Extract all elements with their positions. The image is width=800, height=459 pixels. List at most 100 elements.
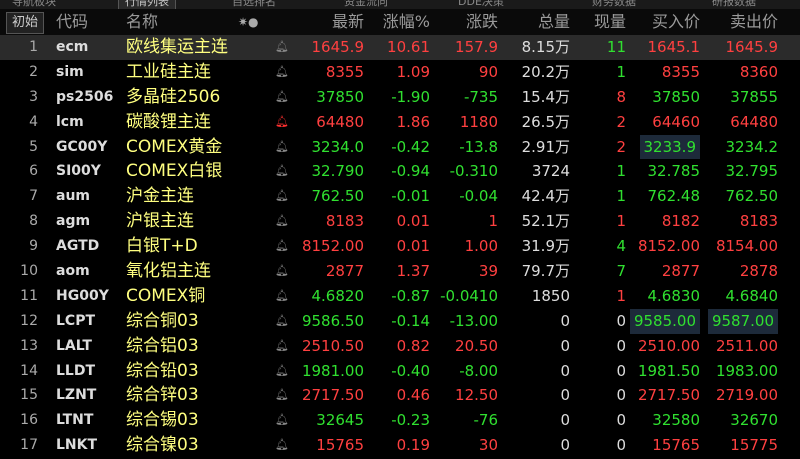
header-pct[interactable]: 涨幅% — [383, 9, 430, 35]
row-chg: -13.00 — [449, 311, 498, 330]
table-row[interactable]: 9 AGTD 白银T+D 8152.00 0.01 1.00 31.9万 4 8152.00 81… — [0, 234, 800, 259]
bell-icon[interactable]: 🔔︎ — [272, 433, 292, 458]
table-row[interactable]: 17 LNKT 综合镍03 15765 0.19 30 0 0 15765 15775 🔔︎ — [0, 433, 800, 458]
bell-icon[interactable]: 🔔︎ — [272, 209, 292, 234]
row-bid: 37850 — [652, 87, 700, 106]
row-chg: -8.00 — [459, 361, 498, 380]
row-code: SI00Y — [56, 163, 101, 180]
header-name[interactable]: 名称 — [126, 9, 158, 35]
row-index: 10 — [20, 263, 38, 280]
row-name: 综合铅03 — [126, 360, 199, 381]
table-row[interactable]: 7 aum 沪金主连 762.50 -0.01 -0.04 42.4万 1 762.48 762.… — [0, 184, 800, 209]
header-vol[interactable]: 总量 — [538, 9, 570, 35]
table-row[interactable]: 3 ps2506 多晶硅2506 37850 -1.90 -735 15.4万 8 37850 3… — [0, 85, 800, 110]
table-row[interactable]: 2 sim 工业硅主连 8355 1.09 90 20.2万 1 8355 8360 🔔︎ — [0, 60, 800, 85]
header-chg[interactable]: 涨跌 — [466, 9, 498, 35]
row-name: 碳酸锂主连 — [126, 111, 211, 132]
header-bid[interactable]: 买入价 — [652, 9, 700, 35]
bell-icon[interactable]: 🔔︎ — [272, 234, 292, 259]
row-vol: 26.5万 — [521, 112, 570, 131]
row-chg: -76 — [473, 411, 499, 430]
tab-2[interactable]: 自选排名 — [232, 0, 276, 9]
tab-3[interactable]: 资金流向 — [344, 0, 388, 9]
tab-4[interactable]: DDE决策 — [458, 0, 504, 9]
row-index: 5 — [29, 138, 38, 155]
table-row[interactable]: 8 agm 沪银主连 8183 0.01 1 52.1万 1 8182 8183 🔔︎ — [0, 209, 800, 234]
tab-1[interactable]: 行情列表 — [118, 0, 176, 9]
row-cur: 0 — [616, 411, 626, 430]
header-ask[interactable]: 卖出价 — [730, 9, 778, 35]
bell-icon[interactable]: 🔔︎ — [272, 334, 292, 359]
table-row[interactable]: 12 LCPT 综合铜03 9586.50 -0.14 -13.00 0 0 9585.00 95… — [0, 308, 800, 334]
table-row[interactable]: 6 SI00Y COMEX白银 32.790 -0.94 -0.310 3724 1 32.78… — [0, 159, 800, 184]
row-ask: 8360 — [739, 62, 778, 81]
row-name: 沪金主连 — [126, 186, 194, 207]
header-code[interactable]: 代码 — [56, 9, 88, 35]
row-name: 白银T+D — [126, 236, 198, 257]
row-index: 2 — [29, 63, 38, 80]
init-button[interactable]: 初始 — [6, 12, 45, 34]
row-ask: 4.6840 — [725, 286, 779, 305]
table-row[interactable]: 15 LZNT 综合锌03 2717.50 0.46 12.50 0 0 2717.50 2719… — [0, 383, 800, 408]
table-row[interactable]: 5 GC00Y COMEX黄金 3234.0 -0.42 -13.8 2.91万 2 3233.… — [0, 134, 800, 160]
table-row[interactable]: 4 lcm 碳酸锂主连 64480 1.86 1180 26.5万 2 64460 64480 🔔︎ — [0, 110, 800, 135]
row-last: 64480 — [316, 112, 364, 131]
row-vol: 2.91万 — [521, 137, 570, 156]
tab-0[interactable]: 导航板块 — [12, 0, 56, 9]
row-ask: 8154.00 — [715, 237, 778, 256]
bell-icon[interactable]: 🔔︎ — [272, 35, 292, 60]
row-chg: -0.0410 — [440, 286, 498, 305]
row-last: 8355 — [325, 62, 364, 81]
row-index: 8 — [29, 213, 38, 230]
quote-table: 1 ecm 欧线集运主连 1645.9 10.61 157.9 8.15万 11 1645.1 1… — [0, 35, 800, 458]
row-ask: 15775 — [730, 436, 778, 455]
bell-icon[interactable]: 🔔︎ — [272, 135, 292, 160]
row-vol: 31.9万 — [521, 237, 570, 256]
bell-icon[interactable]: 🔔︎ — [272, 110, 292, 135]
row-code: LCPT — [56, 312, 96, 329]
bell-icon[interactable]: 🔔︎ — [272, 85, 292, 110]
table-row[interactable]: 16 LTNT 综合锡03 32645 -0.23 -76 0 0 32580 32670 🔔︎ — [0, 408, 800, 433]
bell-icon[interactable]: 🔔︎ — [272, 60, 292, 85]
row-vol: 0 — [560, 361, 570, 380]
row-bid: 15765 — [652, 436, 700, 455]
settings-icon[interactable]: ✷● — [238, 9, 259, 35]
row-pct: 0.46 — [396, 386, 430, 405]
table-row[interactable]: 1 ecm 欧线集运主连 1645.9 10.61 157.9 8.15万 11 1645.1 1… — [0, 35, 800, 60]
row-ask: 1645.9 — [725, 38, 779, 56]
bell-icon[interactable]: 🔔︎ — [272, 383, 292, 408]
bell-icon[interactable]: 🔔︎ — [272, 259, 292, 284]
row-vol: 0 — [560, 436, 570, 455]
row-vol: 0 — [560, 411, 570, 430]
table-row[interactable]: 11 HG00Y COMEX铜 4.6820 -0.87 -0.0410 1850 1 4.68… — [0, 284, 800, 309]
tab-5[interactable]: 财务数据 — [592, 0, 636, 9]
table-row[interactable]: 13 LALT 综合铝03 2510.50 0.82 20.50 0 0 2510.00 2511… — [0, 334, 800, 359]
row-index: 16 — [20, 412, 38, 429]
bell-icon[interactable]: 🔔︎ — [272, 159, 292, 184]
header-last[interactable]: 最新 — [332, 9, 364, 35]
bell-icon[interactable]: 🔔︎ — [272, 408, 292, 433]
row-last: 1645.9 — [311, 38, 365, 56]
bell-icon[interactable]: 🔔︎ — [272, 359, 292, 384]
row-last: 8183 — [325, 212, 364, 231]
row-cur: 2 — [616, 137, 626, 156]
row-vol: 79.7万 — [521, 262, 570, 281]
row-pct: -0.87 — [391, 286, 430, 305]
bell-icon[interactable]: 🔔︎ — [272, 184, 292, 209]
table-row[interactable]: 14 LLDT 综合铅03 1981.00 -0.40 -8.00 0 0 1981.50 198… — [0, 359, 800, 384]
row-bid: 1645.1 — [647, 38, 701, 56]
header-cur[interactable]: 现量 — [594, 9, 626, 35]
bell-icon[interactable]: 🔔︎ — [272, 284, 292, 309]
row-chg: 1 — [488, 212, 498, 231]
row-bid: 2717.50 — [637, 386, 700, 405]
row-index: 1 — [29, 39, 38, 55]
bell-icon[interactable]: 🔔︎ — [272, 309, 292, 334]
row-code: aum — [56, 188, 91, 205]
row-last: 1981.00 — [301, 361, 364, 380]
row-name: 多晶硅2506 — [126, 86, 221, 107]
row-code: AGTD — [56, 238, 100, 255]
row-name: COMEX白银 — [126, 161, 223, 182]
table-row[interactable]: 10 aom 氧化铝主连 2877 1.37 39 79.7万 7 2877 2878 🔔︎ — [0, 259, 800, 284]
row-code: agm — [56, 213, 91, 230]
tab-6[interactable]: 研报数据 — [712, 0, 756, 9]
